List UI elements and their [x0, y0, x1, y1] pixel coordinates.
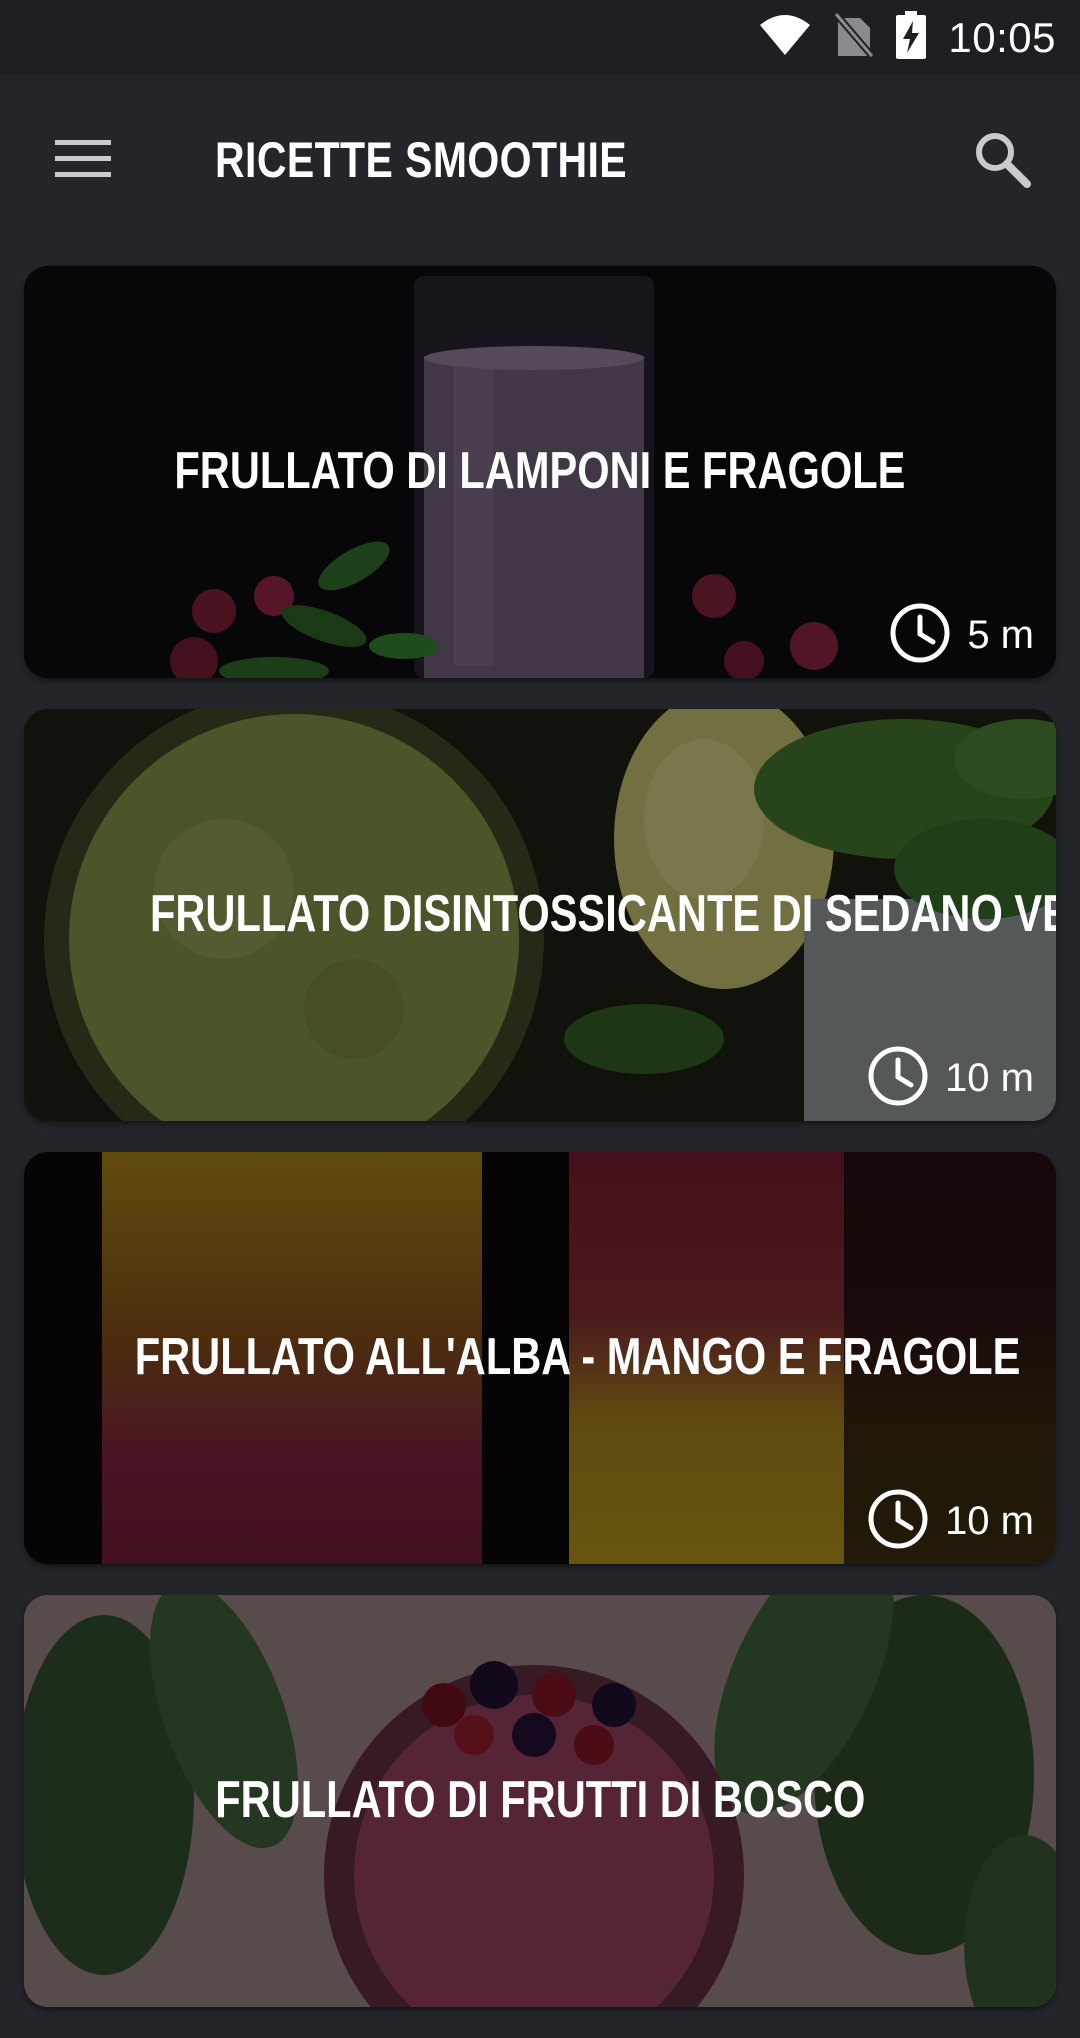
status-time: 10:05 — [948, 13, 1056, 61]
recipe-list: FRULLATO DI LAMPONI E FRAGOLE 5 m FRULLA… — [24, 266, 1056, 2038]
recipe-time-label: 5 m — [967, 612, 1034, 657]
app-title: RICETTE SMOOTHIE — [215, 132, 628, 188]
status-bar: 10:05 — [0, 0, 1080, 75]
no-sim-icon — [833, 11, 876, 63]
app-bar: RICETTE SMOOTHIE — [0, 75, 1080, 245]
clock-icon — [867, 1045, 929, 1112]
clock-icon — [889, 602, 951, 669]
recipe-title: FRULLATO DI LAMPONI E FRAGOLE — [174, 442, 906, 500]
clock-icon — [867, 1488, 929, 1555]
search-icon — [973, 130, 1031, 193]
battery-charging-icon — [896, 11, 927, 64]
search-button[interactable] — [964, 123, 1040, 199]
status-icons: 10:05 — [758, 0, 1056, 75]
recipe-time: 10 m — [867, 1045, 1034, 1111]
recipe-title: FRULLATO ALL'ALBA - MANGO E FRAGOLE — [134, 1328, 1021, 1386]
recipe-card[interactable]: FRULLATO DI LAMPONI E FRAGOLE 5 m — [24, 266, 1056, 678]
recipe-card[interactable]: FRULLATO DI FRUTTI DI BOSCO — [24, 1595, 1056, 2007]
recipe-card[interactable]: FRULLATO ALL'ALBA - MANGO E FRAGOLE 10 m — [24, 1152, 1056, 1564]
menu-button[interactable] — [44, 125, 124, 195]
recipe-card[interactable]: FRULLATO DISINTOSSICANTE DI SEDANO VERDE… — [24, 709, 1056, 1121]
recipe-title: FRULLATO DI FRUTTI DI BOSCO — [214, 1771, 866, 1829]
recipe-time: 5 m — [889, 602, 1034, 668]
recipe-time-label: 10 m — [945, 1498, 1034, 1543]
hamburger-menu-icon — [55, 136, 113, 185]
wifi-icon — [758, 13, 812, 62]
recipe-time-label: 10 m — [945, 1055, 1034, 1100]
recipe-title: FRULLATO DISINTOSSICANTE DI SEDANO VERDE — [149, 885, 1056, 943]
recipe-time: 10 m — [867, 1488, 1034, 1554]
